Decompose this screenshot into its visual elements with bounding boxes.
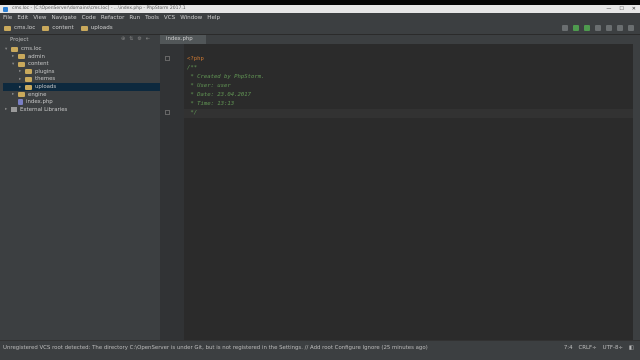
fold-marker-icon[interactable]	[165, 110, 170, 115]
folder-icon	[18, 61, 25, 67]
php-file-icon	[18, 99, 23, 106]
tab-label: index.php	[166, 36, 193, 42]
menu-help[interactable]: Help	[207, 15, 220, 21]
sync-icon[interactable]: ⊕	[121, 36, 125, 42]
code-line: /**	[187, 65, 198, 71]
tab-bar	[206, 35, 640, 44]
settings-icon[interactable]	[617, 25, 623, 31]
folder-icon	[25, 69, 32, 75]
tree-item-label: admin	[28, 53, 45, 60]
code-editor[interactable]: <?php /** * Created by PhpStorm. * User: …	[184, 44, 633, 340]
fold-marker-icon[interactable]	[165, 56, 170, 61]
menu-vcs[interactable]: VCS	[164, 15, 175, 21]
minimize-button[interactable]: —	[606, 5, 611, 13]
navigation-bar: cms.loc content uploads	[0, 22, 640, 35]
menu-view[interactable]: View	[33, 15, 46, 21]
vcs-icon[interactable]	[606, 25, 612, 31]
menu-file[interactable]: File	[3, 15, 12, 21]
file-encoding[interactable]: UTF-8÷	[603, 345, 623, 351]
debug-icon[interactable]	[584, 25, 590, 31]
breadcrumb-label: cms.loc	[14, 25, 36, 31]
tree-item-label: engine	[28, 91, 47, 98]
tree-item-label: index.php	[26, 99, 53, 106]
close-button[interactable]: ✕	[632, 5, 636, 13]
code-line: * Date: 23.04.2017	[187, 92, 251, 98]
tree-item[interactable]: ▸ External Libraries	[5, 106, 67, 114]
menu-window[interactable]: Window	[180, 15, 202, 21]
scroll-marker-strip	[633, 44, 640, 340]
status-message[interactable]: Unregistered VCS root detected: The dire…	[3, 345, 428, 351]
folder-icon	[4, 25, 11, 31]
screen: cms.loc - [C:\OpenServer\domains\cms.loc…	[0, 0, 640, 360]
breadcrumb-label: content	[52, 25, 74, 31]
stop-icon[interactable]	[595, 25, 601, 31]
run-config-icon[interactable]	[562, 25, 568, 31]
status-bar: Unregistered VCS root detected: The dire…	[0, 340, 640, 360]
title-bar: cms.loc - [C:\OpenServer\domains\cms.loc…	[0, 5, 640, 13]
tree-item-label: plugins	[35, 68, 55, 75]
tab-index-php[interactable]: index.php	[160, 35, 206, 44]
code-line: * Time: 13:13	[187, 101, 235, 107]
breadcrumb-content[interactable]: content	[42, 25, 74, 31]
menu-refactor[interactable]: Refactor	[101, 15, 124, 21]
project-view-header: Project ⊕ ⇅ ⚙ ⇤	[0, 35, 160, 44]
menu-navigate[interactable]: Navigate	[52, 15, 77, 21]
code-line: */	[184, 109, 633, 118]
library-icon	[11, 107, 17, 113]
collapse-icon[interactable]: ⇅	[129, 36, 133, 42]
run-icon[interactable]	[573, 25, 579, 31]
hide-icon[interactable]: ⇤	[146, 36, 150, 42]
code-line: * Created by PhpStorm.	[187, 74, 265, 80]
menu-tools[interactable]: Tools	[145, 15, 159, 21]
code-line: <?php	[187, 56, 204, 62]
window-title: cms.loc - [C:\OpenServer\domains\cms.loc…	[12, 6, 186, 11]
breadcrumb-label: uploads	[90, 25, 113, 31]
folder-icon	[42, 25, 50, 31]
caret-position[interactable]: 7:4	[564, 345, 573, 351]
menu-run[interactable]: Run	[129, 15, 140, 21]
tree-item-label: content	[28, 61, 49, 68]
tree-item-label: uploads	[35, 84, 57, 90]
tree-item-label: External Libraries	[20, 106, 68, 113]
folder-icon	[25, 76, 32, 82]
menu-code[interactable]: Code	[82, 15, 96, 21]
menu-bar: File Edit View Navigate Code Refactor Ru…	[0, 13, 640, 22]
folder-icon	[18, 92, 25, 98]
folder-icon	[18, 54, 25, 60]
folder-icon	[11, 46, 18, 52]
folder-icon	[80, 25, 88, 31]
folder-icon	[25, 84, 32, 90]
menu-edit[interactable]: Edit	[17, 15, 28, 21]
project-view-selector[interactable]: Project	[10, 37, 28, 43]
tree-item-label: themes	[35, 76, 56, 83]
phpstorm-logo-icon	[3, 6, 8, 12]
breadcrumb-cms-loc[interactable]: cms.loc	[4, 25, 35, 31]
editor-gutter	[160, 44, 184, 340]
lock-icon[interactable]: ◧	[629, 345, 634, 351]
maximize-button[interactable]: ☐	[619, 5, 623, 13]
line-separator[interactable]: CRLF÷	[579, 345, 597, 351]
code-line: * User: user	[187, 83, 231, 89]
tree-item-label: cms.loc	[21, 46, 42, 52]
gear-icon[interactable]: ⚙	[137, 36, 141, 42]
project-panel: ▾ cms.loc ▸ admin ▾ content ▸ plugins ▸ themes ▸ up…	[3, 44, 160, 340]
search-icon[interactable]	[628, 25, 634, 31]
breadcrumb-uploads[interactable]: uploads	[80, 25, 113, 31]
